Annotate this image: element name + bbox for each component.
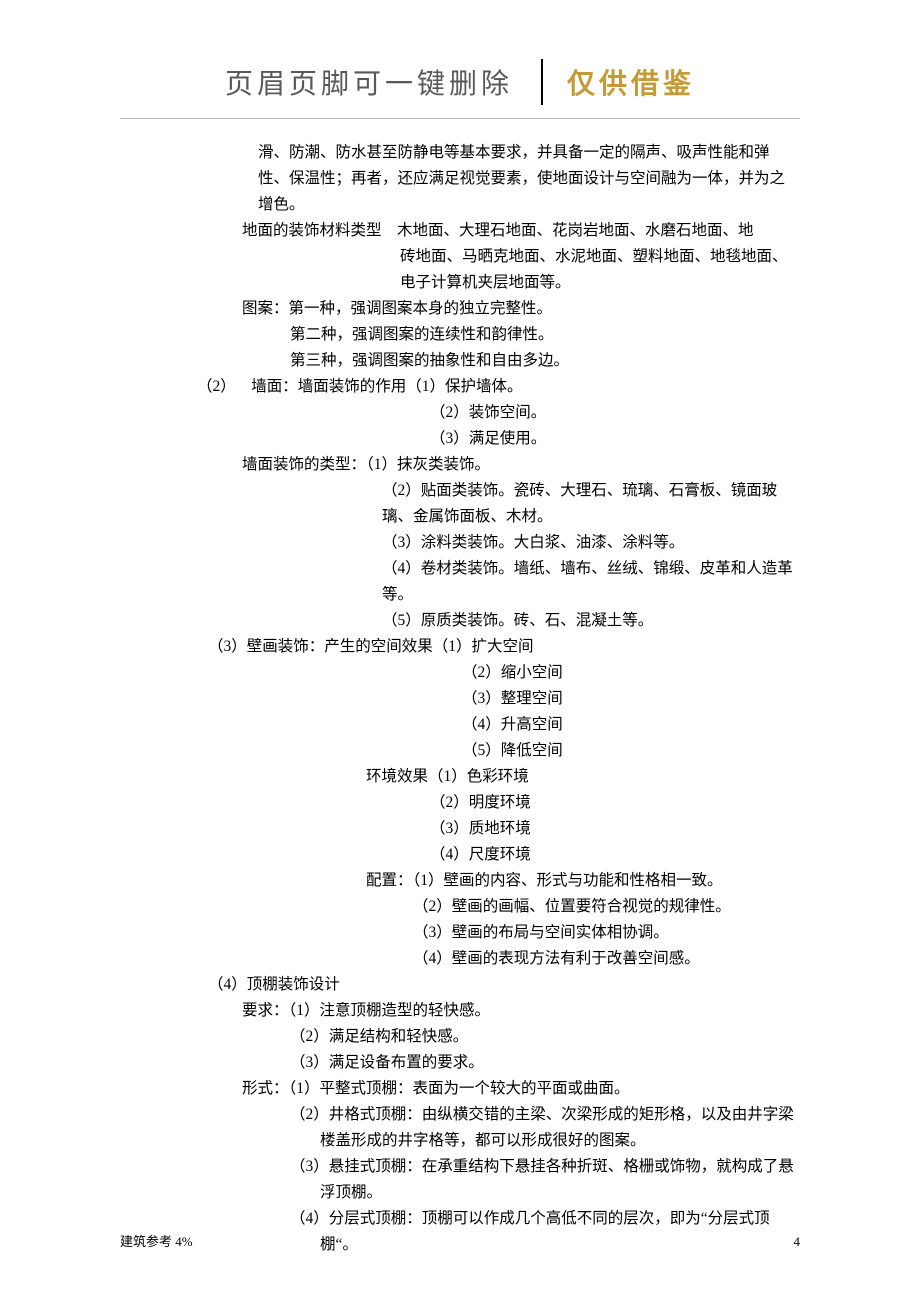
- para-ceiling-form-4: （4）分层式顶棚：顶棚可以作成几个高低不同的层次，即为“分层式顶棚“。: [120, 1206, 800, 1258]
- para-ceiling-req-2: （2）满足结构和轻快感。: [120, 1024, 800, 1050]
- para-config-3: （3）壁画的布局与空间实体相协调。: [120, 920, 800, 946]
- para-ceiling-req-3: （3）满足设备布置的要求。: [120, 1050, 800, 1076]
- para-config-1: 配置：（1）壁画的内容、形式与功能和性格相一致。: [120, 868, 800, 894]
- header-left-text: 页眉页脚可一键删除: [225, 62, 541, 102]
- para-ceiling-form-1: 形式：（1）平整式顶棚：表面为一个较大的平面或曲面。: [120, 1076, 800, 1102]
- para-config-2: （2）壁画的画幅、位置要符合视觉的规律性。: [120, 894, 800, 920]
- para-mural-5: （5）降低空间: [120, 738, 800, 764]
- para-wall-type-4: （4）卷材类装饰。墙纸、墙布、丝绒、锦缎、皮革和人造革等。: [120, 556, 800, 608]
- header-right-text: 仅供借鉴: [567, 62, 695, 102]
- para-wall-2: （2）装饰空间。: [120, 400, 800, 426]
- para-material-type-a: 地面的装饰材料类型 木地面、大理石地面、花岗岩地面、水磨石地面、地: [120, 218, 800, 244]
- para-env-3: （3）质地环境: [120, 816, 800, 842]
- para-pattern-2: 第二种，强调图案的连续性和韵律性。: [120, 322, 800, 348]
- para-mural-heading: （3）壁画装饰：产生的空间效果（1）扩大空间: [120, 634, 800, 660]
- header-inner: 页眉页脚可一键删除 仅供借鉴: [225, 58, 695, 106]
- para-mural-4: （4）升高空间: [120, 712, 800, 738]
- para-wall-3: （3）满足使用。: [120, 426, 800, 452]
- para-mural-2: （2）缩小空间: [120, 660, 800, 686]
- para-config-4: （4）壁画的表现方法有利于改善空间感。: [120, 946, 800, 972]
- header-divider: [541, 59, 543, 105]
- page-header: 页眉页脚可一键删除 仅供借鉴: [0, 58, 920, 106]
- para-wall-type-5: （5）原质类装饰。砖、石、混凝土等。: [120, 608, 800, 634]
- para-intro: 滑、防潮、防水甚至防静电等基本要求，并具备一定的隔声、吸声性能和弹性、保温性；再…: [120, 140, 800, 218]
- para-env-1: 环境效果（1）色彩环境: [120, 764, 800, 790]
- para-mural-3: （3）整理空间: [120, 686, 800, 712]
- para-material-type-b: 砖地面、马晒克地面、水泥地面、塑料地面、地毯地面、电子计算机夹层地面等。: [120, 244, 800, 296]
- footer-left: 建筑参考 4%: [120, 1231, 193, 1250]
- para-wall-heading: （2） 墙面：墙面装饰的作用（1）保护墙体。: [120, 374, 800, 400]
- para-wall-type-3: （3）涂料类装饰。大白浆、油漆、涂料等。: [120, 530, 800, 556]
- para-env-2: （2）明度环境: [120, 790, 800, 816]
- document-body: 滑、防潮、防水甚至防静电等基本要求，并具备一定的隔声、吸声性能和弹性、保温性；再…: [120, 140, 800, 1258]
- para-ceiling-form-2: （2）井格式顶棚：由纵横交错的主梁、次梁形成的矩形格，以及由井字梁楼盖形成的井字…: [120, 1102, 800, 1154]
- para-wall-type-2: （2）贴面类装饰。瓷砖、大理石、琉璃、石膏板、镜面玻璃、金属饰面板、木材。: [120, 478, 800, 530]
- para-ceiling-form-3: （3）悬挂式顶棚：在承重结构下悬挂各种折斑、格栅或饰物，就构成了悬浮顶棚。: [120, 1154, 800, 1206]
- para-wall-type-1: 墙面装饰的类型：（1）抹灰类装饰。: [120, 452, 800, 478]
- para-ceiling-req-1: 要求：（1）注意顶棚造型的轻快感。: [120, 998, 800, 1024]
- para-pattern-3: 第三种，强调图案的抽象性和自由多边。: [120, 348, 800, 374]
- header-rule: [120, 118, 800, 119]
- para-env-4: （4）尺度环境: [120, 842, 800, 868]
- para-ceiling-heading: （4）顶棚装饰设计: [120, 972, 800, 998]
- footer-page-number: 4: [794, 1234, 801, 1250]
- para-pattern-1: 图案：第一种，强调图案本身的独立完整性。: [120, 296, 800, 322]
